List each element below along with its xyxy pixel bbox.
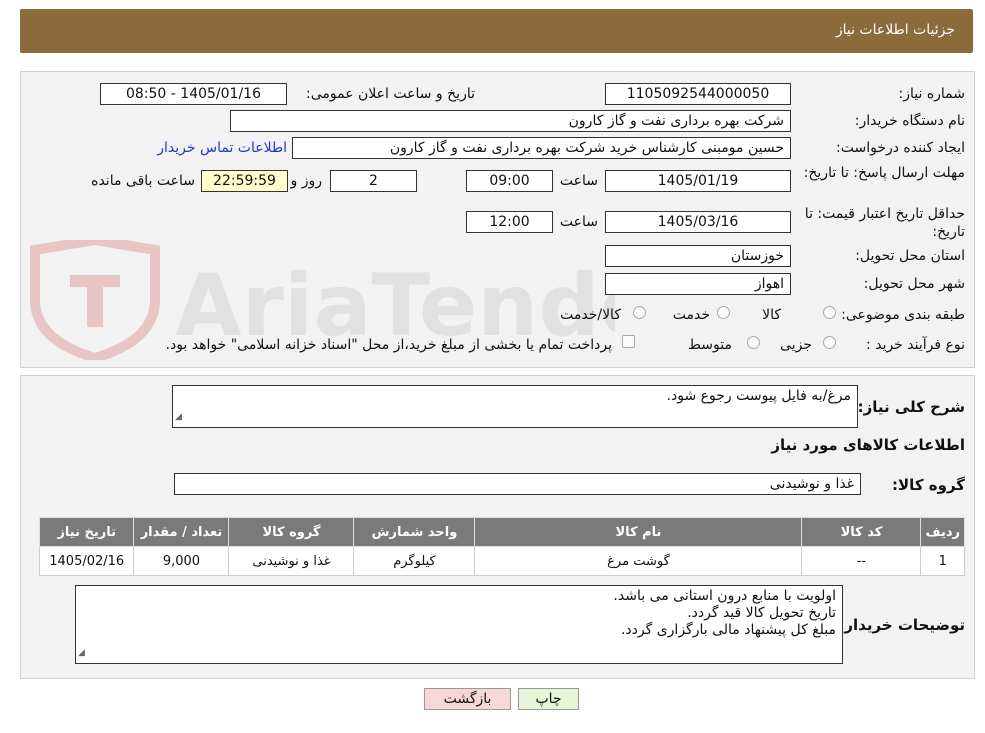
buyer-note-line: اولویت با منابع درون استانی می باشد. xyxy=(613,588,836,604)
deadline-time-label: ساعت xyxy=(559,173,598,189)
category-goods-radio[interactable] xyxy=(823,306,836,319)
days-label: روز و xyxy=(290,173,323,189)
province-field[interactable]: خوزستان xyxy=(605,245,791,267)
goods-info-title: اطلاعات کالاهای مورد نیاز xyxy=(771,436,965,454)
col-goods-group: گروه کالا xyxy=(228,517,355,547)
deadline-time-field[interactable]: 09:00 xyxy=(466,170,553,192)
province-label: استان محل تحویل: xyxy=(855,248,965,264)
category-label: طبقه بندی موضوعی: xyxy=(841,307,965,323)
creator-label: ایجاد کننده درخواست: xyxy=(836,140,965,156)
cell-unit: کیلوگرم xyxy=(353,546,476,576)
print-button[interactable]: چاپ xyxy=(518,688,579,710)
goods-table: ردیف کد کالا نام کالا واحد شمارش گروه کا… xyxy=(38,517,965,576)
buyer-org-field[interactable]: شرکت بهره برداری نفت و گاز کارون xyxy=(230,110,791,132)
validity-date-field[interactable]: 1405/03/16 xyxy=(605,211,791,233)
need-number-label: شماره نیاز: xyxy=(898,86,966,102)
validity-time-label: ساعت xyxy=(559,214,598,230)
category-goods-label: کالا xyxy=(762,307,781,323)
category-goods-service-label: کالا/خدمت xyxy=(560,307,621,323)
table-row[interactable]: 1 -- گوشت مرغ کیلوگرم غذا و نوشیدنی 9,00… xyxy=(38,546,965,576)
days-remaining-field[interactable]: 2 xyxy=(330,170,417,192)
summary-text: مرغ/به فایل پیوست رجوع شود. xyxy=(666,388,851,404)
creator-field[interactable]: حسین مومبنی کارشناس خرید شرکت بهره بردار… xyxy=(292,137,791,159)
goods-group-field[interactable]: غذا و نوشیدنی xyxy=(174,473,861,495)
cell-row-number: 1 xyxy=(920,546,965,576)
col-goods-name: نام کالا xyxy=(474,517,803,547)
process-medium-label: متوسط xyxy=(688,337,732,353)
deadline-date-field[interactable]: 1405/01/19 xyxy=(605,170,791,192)
category-goods-service-radio[interactable] xyxy=(633,306,646,319)
city-field[interactable]: اهواز xyxy=(605,273,791,295)
goods-group-label: گروه کالا: xyxy=(892,476,965,494)
cell-need-date: 1405/02/16 xyxy=(38,546,135,576)
cell-goods-name: گوشت مرغ xyxy=(474,546,803,576)
category-service-label: خدمت xyxy=(672,307,710,323)
buyer-contact-link[interactable]: اطلاعات تماس خریدار xyxy=(157,140,287,156)
process-medium-radio[interactable] xyxy=(747,336,760,349)
buyer-org-label: نام دستگاه خریدار: xyxy=(854,113,965,129)
page-header: جزئیات اطلاعات نیاز xyxy=(20,9,973,53)
validity-time-field[interactable]: 12:00 xyxy=(466,211,553,233)
back-button[interactable]: بازگشت xyxy=(424,688,511,710)
cell-quantity: 9,000 xyxy=(133,546,230,576)
category-service-radio[interactable] xyxy=(717,306,730,319)
col-goods-code: کد کالا xyxy=(801,517,922,547)
resize-grip-icon[interactable]: ◢ xyxy=(78,645,85,662)
buyer-notes-label: توضیحات خریدار: xyxy=(838,616,965,634)
col-row-number: ردیف xyxy=(920,517,965,547)
summary-label: شرح کلی نیاز: xyxy=(857,398,965,416)
col-unit: واحد شمارش xyxy=(353,517,476,547)
treasury-payment-note: پرداخت تمام یا بخشی از مبلغ خرید،از محل … xyxy=(165,337,612,353)
page-title: جزئیات اطلاعات نیاز xyxy=(835,22,955,38)
remaining-time-field[interactable]: 22:59:59 xyxy=(201,170,288,192)
table-header-row: ردیف کد کالا نام کالا واحد شمارش گروه کا… xyxy=(38,517,965,547)
buyer-note-line: تاریخ تحویل کالا قید گردد. xyxy=(687,605,836,621)
buyer-notes-textarea[interactable]: اولویت با منابع درون استانی می باشد. تار… xyxy=(75,585,843,664)
process-partial-radio[interactable] xyxy=(823,336,836,349)
announce-datetime-field[interactable]: 1405/01/16 - 08:50 xyxy=(100,83,287,105)
remaining-label: ساعت باقی مانده xyxy=(91,173,195,189)
deadline-label: مهلت ارسال پاسخ: تا تاریخ: xyxy=(803,165,965,181)
summary-textarea[interactable]: مرغ/به فایل پیوست رجوع شود. ◢ xyxy=(172,385,858,428)
process-type-label: نوع فرآیند خرید : xyxy=(866,337,965,353)
validity-label: حداقل تاریخ اعتبار قیمت: تا تاریخ: xyxy=(804,206,965,240)
col-need-date: تاریخ نیاز xyxy=(38,517,135,547)
cell-goods-code: -- xyxy=(801,546,922,576)
buyer-note-line: مبلغ کل پیشنهاد مالی بارگزاری گردد. xyxy=(620,622,836,638)
city-label: شهر محل تحویل: xyxy=(863,276,965,292)
resize-grip-icon[interactable]: ◢ xyxy=(175,409,182,426)
announce-label: تاریخ و ساعت اعلان عمومی: xyxy=(306,86,475,102)
treasury-payment-checkbox[interactable] xyxy=(622,335,635,348)
process-partial-label: جزیی xyxy=(780,337,812,353)
col-quantity: تعداد / مقدار xyxy=(133,517,230,547)
need-number-field[interactable]: 1105092544000050 xyxy=(605,83,791,105)
cell-goods-group: غذا و نوشیدنی xyxy=(228,546,355,576)
